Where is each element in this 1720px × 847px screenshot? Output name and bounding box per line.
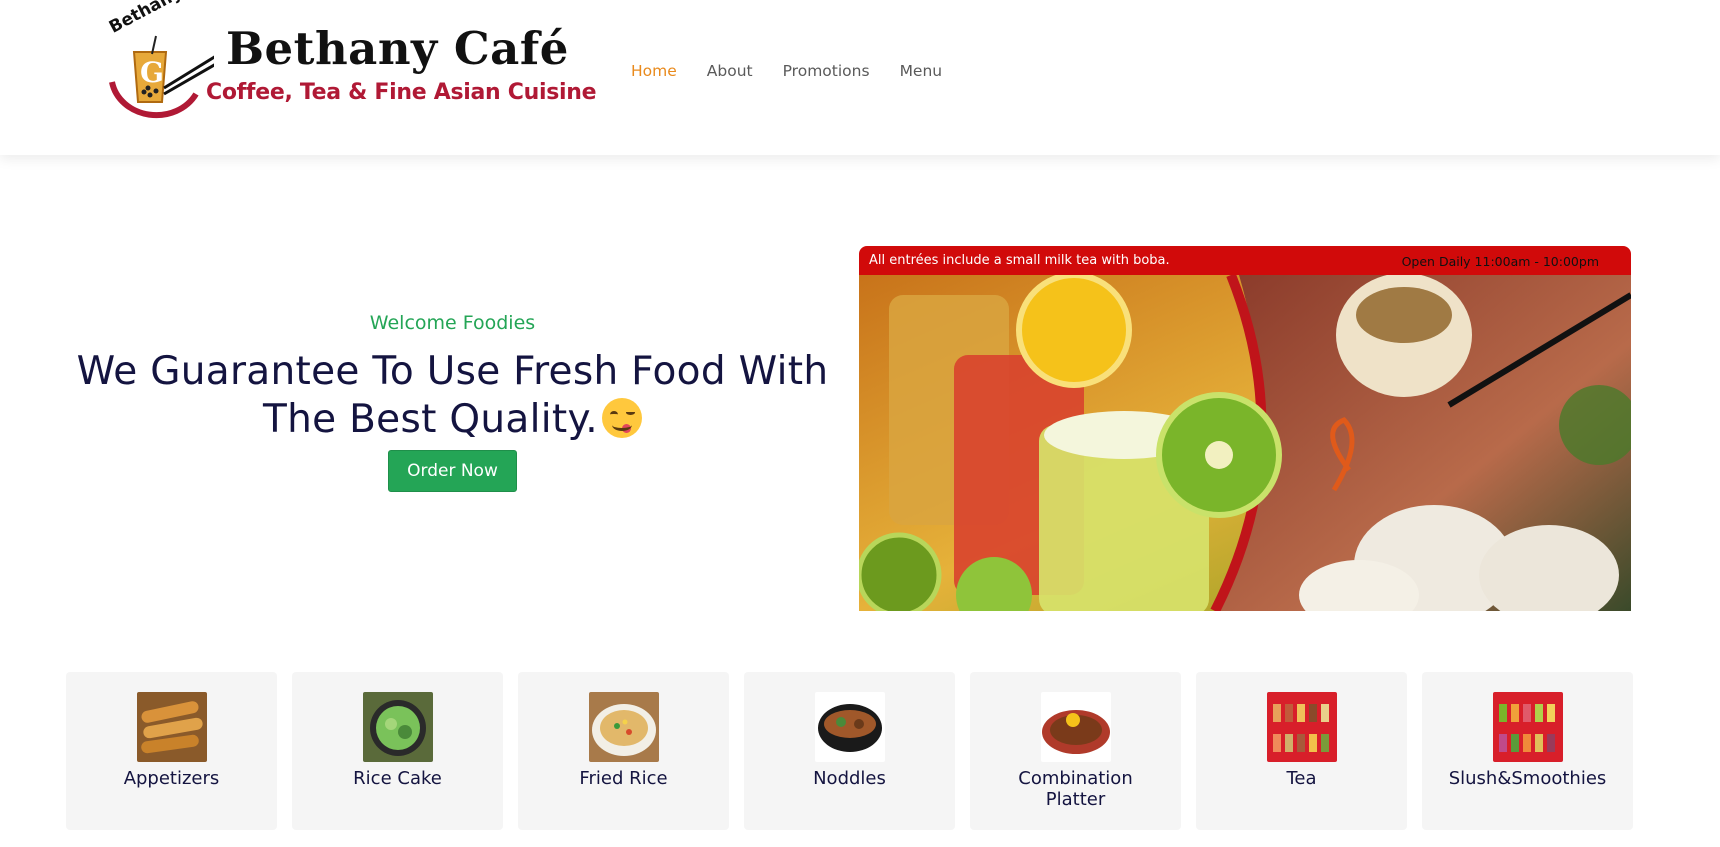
hero-headline: We Guarantee To Use Fresh Food With The …: [60, 348, 845, 444]
platter-image: [1040, 692, 1111, 762]
smoothie-menu-image: [1492, 692, 1563, 762]
logo[interactable]: G Bethany Bethany Café Coffee, Tea & Fin…: [104, 0, 597, 122]
headline-line-2-wrap: The Best Quality.: [60, 396, 845, 444]
category-card-noodles[interactable]: Noddles: [744, 672, 955, 830]
order-now-button[interactable]: Order Now: [388, 450, 517, 492]
main-nav: Home About Promotions Menu: [631, 62, 942, 80]
nav-promotions[interactable]: Promotions: [783, 62, 870, 80]
tongue-emoji-icon: [601, 398, 642, 438]
category-card-slush-smoothies[interactable]: Slush&Smoothies: [1422, 672, 1633, 830]
category-label: Appetizers: [123, 768, 220, 789]
spring-rolls-image: [136, 692, 207, 762]
promo-banner: All entrées include a small milk tea wit…: [859, 246, 1631, 611]
banner-info-bar: All entrées include a small milk tea wit…: [859, 246, 1631, 275]
noodles-image: [814, 692, 885, 762]
fried-rice-image: [588, 692, 659, 762]
hero-section: Welcome Foodies We Guarantee To Use Fres…: [60, 312, 845, 492]
banner-entree-note: All entrées include a small milk tea wit…: [869, 253, 1170, 268]
brand-tagline: Coffee, Tea & Fine Asian Cuisine: [206, 80, 597, 105]
site-header: G Bethany Bethany Café Coffee, Tea & Fin…: [0, 0, 1720, 155]
svg-text:G: G: [140, 56, 164, 89]
banner-hours: Open Daily 11:00am - 10:00pm: [1401, 254, 1599, 269]
headline-line-2: The Best Quality.: [263, 397, 598, 442]
category-cards: Appetizers Rice Cake Fried Rice Noddles: [66, 672, 1633, 830]
drinks-and-dumplings-image: [859, 275, 1631, 611]
category-label: Combination Platter: [1018, 768, 1133, 810]
tea-menu-image: [1266, 692, 1337, 762]
headline-line-1: We Guarantee To Use Fresh Food With: [76, 349, 829, 394]
category-card-appetizers[interactable]: Appetizers: [66, 672, 277, 830]
category-label: Tea: [1286, 768, 1317, 789]
category-label: Fried Rice: [579, 768, 668, 789]
nav-menu[interactable]: Menu: [900, 62, 943, 80]
category-label: Slush&Smoothies: [1448, 768, 1607, 789]
welcome-text: Welcome Foodies: [369, 312, 536, 334]
category-label: Rice Cake: [353, 768, 442, 789]
category-card-fried-rice[interactable]: Fried Rice: [518, 672, 729, 830]
category-card-rice-cake[interactable]: Rice Cake: [292, 672, 503, 830]
nav-about[interactable]: About: [707, 62, 753, 80]
brand-name: Bethany Café: [226, 22, 569, 75]
category-card-tea[interactable]: Tea: [1196, 672, 1407, 830]
nav-home[interactable]: Home: [631, 62, 677, 80]
category-card-combination-platter[interactable]: Combination Platter: [970, 672, 1181, 830]
rice-cake-image: [362, 692, 433, 762]
category-label: Noddles: [813, 768, 886, 789]
